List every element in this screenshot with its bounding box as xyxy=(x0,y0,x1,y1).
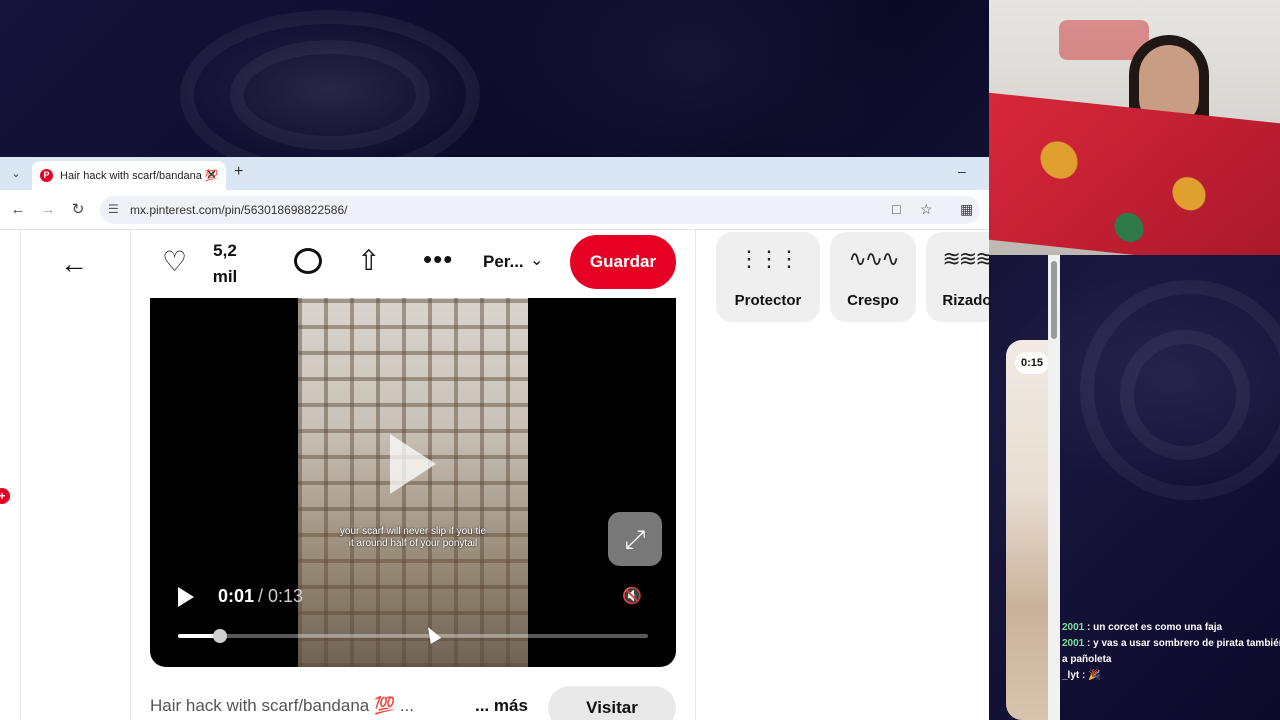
comment-icon[interactable] xyxy=(294,248,322,274)
chat-message: 2001 : un corcet es como una faja xyxy=(1062,620,1280,636)
more-options-icon[interactable]: ••• xyxy=(423,244,453,275)
close-tab-icon[interactable]: ✕ xyxy=(206,167,217,183)
extensions-icon[interactable]: ▦ xyxy=(960,201,973,218)
video-caption: your scarf will never slip if you tie it… xyxy=(339,526,487,549)
back-icon[interactable]: ← xyxy=(8,200,28,220)
chat-user: _lyt xyxy=(1062,670,1080,681)
tab-pinterest[interactable]: P Hair hack with scarf/bandana 💯 ✕ xyxy=(32,161,226,190)
minimize-window-icon[interactable]: – xyxy=(958,163,966,179)
back-arrow-icon[interactable]: ← xyxy=(60,248,88,280)
browser-toolbar: ← → ↻ ☰ mx.pinterest.com/pin/56301869882… xyxy=(0,190,989,230)
url-text[interactable]: mx.pinterest.com/pin/563018698822586/ xyxy=(130,203,347,217)
hair-strands-icon: ⋮⋮⋮ xyxy=(738,246,800,271)
category-label: Crespo xyxy=(847,292,899,309)
address-bar[interactable]: ☰ mx.pinterest.com/pin/563018698822586/ … xyxy=(100,196,980,224)
like-count: 5,2 mil xyxy=(212,241,238,286)
video-player[interactable]: your scarf will never slip if you tie it… xyxy=(150,298,676,667)
pinterest-favicon-icon: P xyxy=(40,169,53,182)
chat-overlay: 2001 : un corcet es como una faja 2001 :… xyxy=(1062,620,1280,684)
chat-text: a pañoleta xyxy=(1062,654,1112,665)
pin-title: Hair hack with scarf/bandana 💯 ... xyxy=(150,696,415,715)
bookmark-star-icon[interactable]: ☆ xyxy=(920,201,933,218)
share-icon[interactable]: ⇧ xyxy=(357,244,380,277)
tab-search-icon[interactable]: ⌄ xyxy=(6,165,26,183)
expand-icon[interactable]: ⤢ xyxy=(608,512,662,566)
chat-text: : y vas a usar sombrero de pirata tambié… xyxy=(1087,638,1280,649)
category-chip-crespo[interactable]: ∿∿∿ Crespo xyxy=(830,232,916,322)
pinterest-page: + ← ♡ 5,2 mil ⇧ ••• Per... ⌄ Guardar you… xyxy=(0,230,989,720)
page-scrollbar[interactable] xyxy=(1048,255,1060,720)
webcam-overlay xyxy=(989,0,1280,255)
tab-title: Hair hack with scarf/bandana 💯 xyxy=(60,170,219,182)
new-tab-icon[interactable]: + xyxy=(234,163,243,181)
background-swirl xyxy=(230,40,430,150)
chat-user: 2001 xyxy=(1062,622,1085,633)
chat-user: 2001 xyxy=(1062,638,1085,649)
mute-icon[interactable]: 🔇 xyxy=(622,586,642,606)
total-time: / 0:13 xyxy=(258,586,304,606)
category-chip-protector[interactable]: ⋮⋮⋮ Protector xyxy=(716,232,820,322)
play-overlay-icon[interactable] xyxy=(390,434,436,494)
browser-window: ⌄ P Hair hack with scarf/bandana 💯 ✕ + –… xyxy=(0,157,989,720)
reload-icon[interactable]: ↻ xyxy=(68,200,88,220)
side-pin-duration: 0:15 xyxy=(1015,352,1049,374)
visit-button[interactable]: Visitar xyxy=(548,686,676,720)
background-swirl xyxy=(1120,330,1250,460)
webcam-scarf xyxy=(989,92,1280,255)
site-info-icon[interactable]: ☰ xyxy=(108,202,119,216)
scrollbar-thumb[interactable] xyxy=(1051,261,1057,339)
progress-knob[interactable] xyxy=(213,629,228,643)
current-time: 0:01 xyxy=(218,586,255,606)
forward-icon[interactable]: → xyxy=(38,200,58,220)
create-plus-icon[interactable]: + xyxy=(0,488,10,504)
save-button[interactable]: Guardar xyxy=(570,235,676,289)
category-chip-rizado[interactable]: ≋≋≋ Rizado xyxy=(926,232,989,322)
progress-bar[interactable] xyxy=(178,629,648,643)
chat-message: _lyt : 🎉 xyxy=(1062,668,1280,684)
chevron-down-icon[interactable]: ⌄ xyxy=(530,250,543,270)
category-label: Rizado xyxy=(942,292,989,309)
wavy-hair-icon: ≋≋≋ xyxy=(942,246,989,271)
chat-message: a pañoleta xyxy=(1062,652,1280,668)
left-rail: + xyxy=(0,230,21,720)
install-app-icon[interactable]: □ xyxy=(892,201,900,217)
chat-message: 2001 : y vas a usar sombrero de pirata t… xyxy=(1062,636,1280,652)
curly-hair-icon: ∿∿∿ xyxy=(848,246,899,271)
heart-icon[interactable]: ♡ xyxy=(162,248,187,276)
tab-strip: ⌄ P Hair hack with scarf/bandana 💯 ✕ + – xyxy=(0,157,989,190)
play-icon[interactable] xyxy=(178,587,194,607)
chat-text: : 🎉 xyxy=(1082,670,1101,681)
more-link[interactable]: ... más xyxy=(475,696,528,716)
side-pin-thumbnail[interactable] xyxy=(1006,340,1048,720)
chat-text: : un corcet es como una faja xyxy=(1087,622,1223,633)
board-selector[interactable]: Per... xyxy=(483,252,524,272)
category-label: Protector xyxy=(734,292,802,309)
